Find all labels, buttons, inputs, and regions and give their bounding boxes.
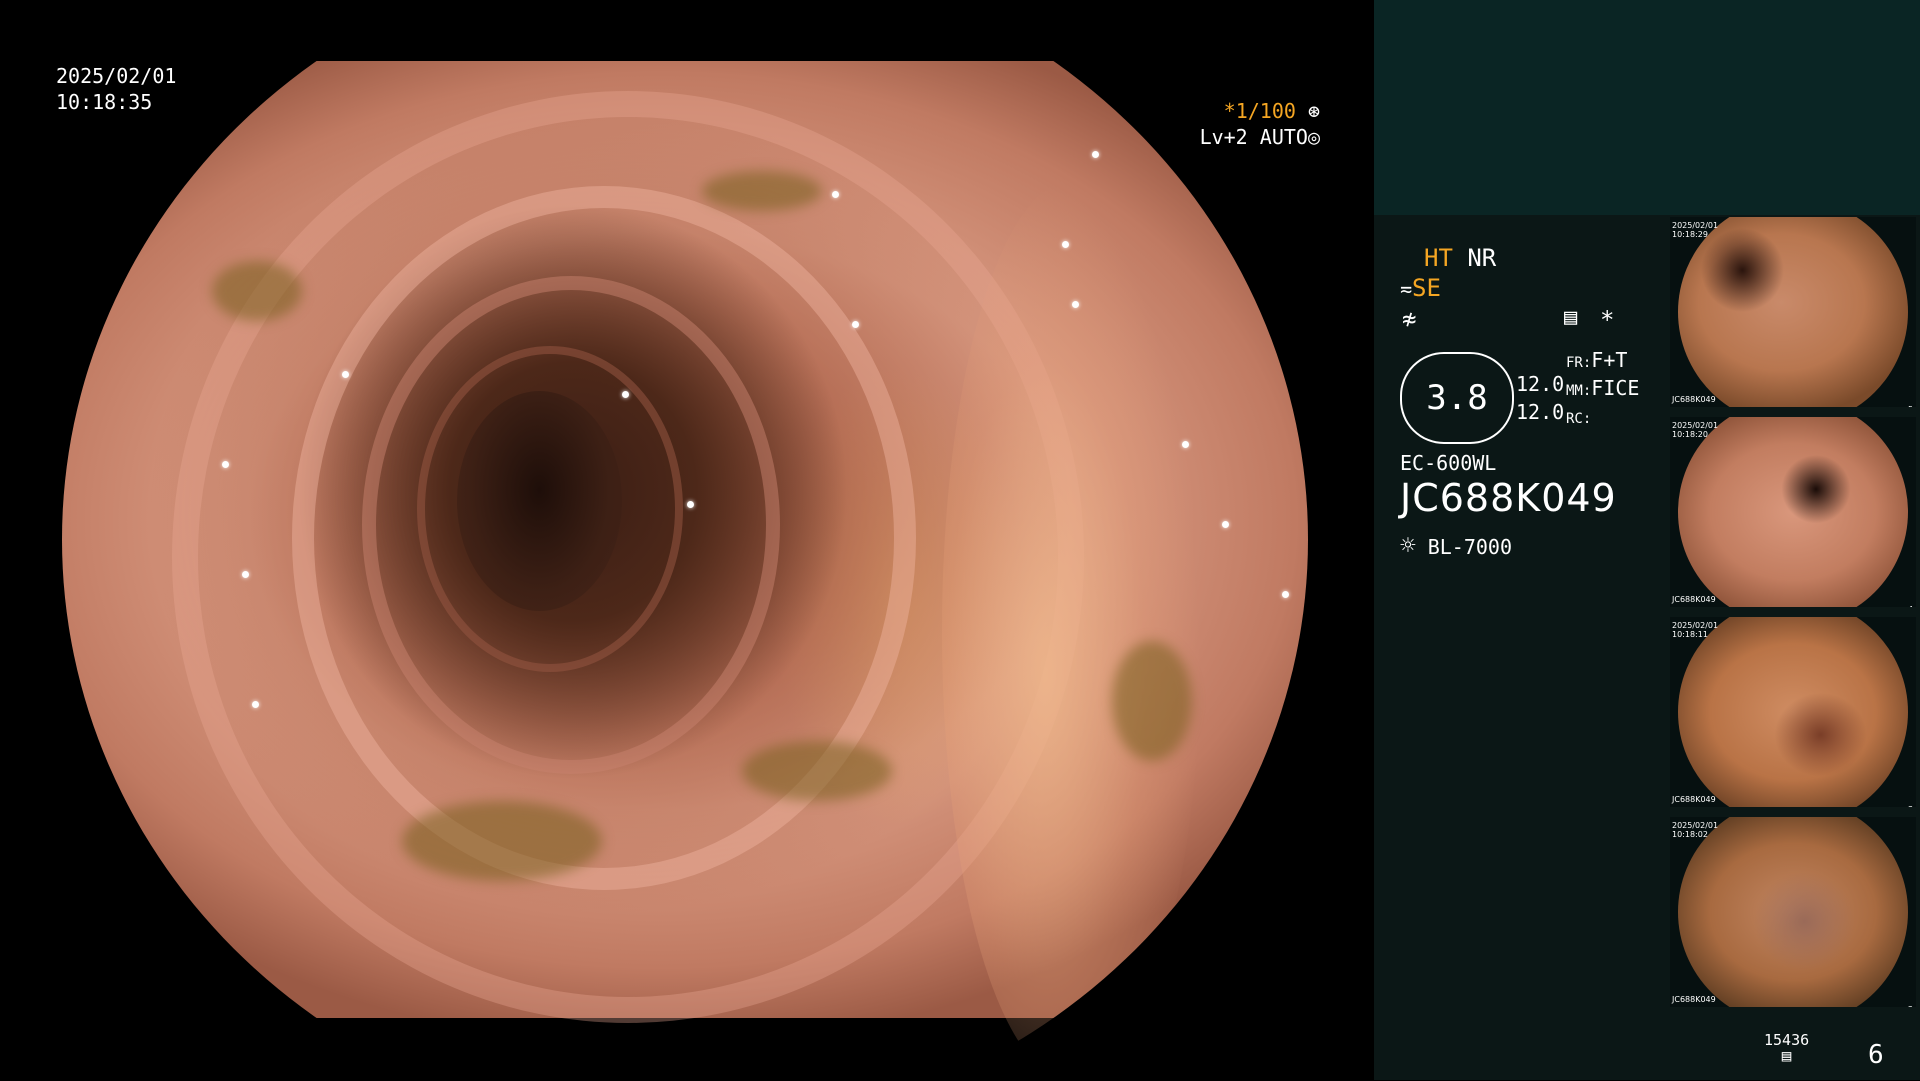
shutter-speed: *1/100 — [1223, 99, 1296, 123]
zoom-indicator: 3.8 — [1400, 352, 1514, 444]
thumb-index: 2 — [1908, 1005, 1913, 1007]
storage-counter: 15436 ▤ — [1764, 1032, 1809, 1064]
aperture-icon: ⊛ — [1307, 99, 1320, 123]
specular-highlight — [1072, 301, 1079, 308]
rc-label: RC: — [1566, 411, 1592, 427]
ht-mode: HT — [1424, 244, 1453, 272]
stool-residue-stain — [1112, 641, 1192, 761]
thumbnail-image[interactable]: 2025/02/0110:18:20 JC688K049 4 — [1670, 417, 1916, 607]
light-source: BL-7000 — [1427, 535, 1512, 559]
thumbnail-scope-view — [1678, 617, 1908, 807]
processing-modes: HT NR — [1424, 244, 1496, 272]
se-mode: SE — [1412, 274, 1441, 302]
specular-highlight — [622, 391, 629, 398]
specular-highlight — [252, 701, 259, 708]
thumbnail-image[interactable]: 2025/02/0110:18:02 JC688K049 2 — [1670, 817, 1916, 1007]
light-source-row: ☼ BL-7000 — [1400, 532, 1512, 561]
thumb-datetime: 2025/02/01 10:18:29 — [1672, 221, 1719, 239]
value-1: 12.0 — [1516, 372, 1565, 396]
se-row: ≂SE — [1400, 274, 1441, 303]
mode-labels: FR:F+T MM:FICE RC: — [1566, 348, 1639, 432]
zoom-values: 12.0 12.0 — [1516, 370, 1564, 426]
freeze-asterisk: * — [1600, 306, 1615, 334]
scope-serial: JC688K049 — [1400, 476, 1617, 520]
specular-highlight — [1222, 521, 1229, 528]
fr-value: F+T — [1591, 348, 1628, 372]
specular-highlight — [342, 371, 349, 378]
thumb-datetime: 2025/02/01 10:18:02 — [1672, 821, 1719, 839]
thumb-serial: JC688K049 — [1672, 995, 1716, 1004]
endoscope-view — [62, 61, 1308, 1081]
thumb-serial: JC688K049 — [1672, 395, 1716, 404]
specular-highlight — [1282, 591, 1289, 598]
specular-highlight — [852, 321, 859, 328]
auto-mode: AUTO — [1259, 125, 1308, 149]
zoom-value: 3.8 — [1426, 378, 1488, 418]
panel-header-block — [1374, 0, 1920, 215]
mm-label: MM: — [1566, 383, 1592, 399]
thumb-index: 5 — [1908, 405, 1913, 407]
capture-time: 10:18:35 — [56, 90, 153, 114]
exposure-overlay: *1/100 ⊛ Lv+2 AUTO◎ — [1190, 98, 1320, 150]
thumbnail-scope-view — [1678, 217, 1908, 407]
image-count: 6 — [1868, 1040, 1884, 1070]
specular-highlight — [832, 191, 839, 198]
specular-highlight — [1062, 241, 1069, 248]
stool-residue-stain — [702, 171, 822, 211]
stool-residue-stain — [402, 801, 602, 881]
thumbnail-scope-view — [1678, 417, 1908, 607]
specular-highlight — [222, 461, 229, 468]
thumbnail-scope-view — [1678, 817, 1908, 1007]
value-2: 12.0 — [1516, 400, 1565, 424]
thumb-index: 4 — [1908, 605, 1913, 607]
thumb-serial: JC688K049 — [1672, 595, 1716, 604]
lumen — [457, 391, 622, 611]
structure-enhance-icon: ≂ — [1400, 277, 1413, 301]
light-source-icon: ☼ — [1400, 531, 1416, 561]
thumb-serial: JC688K049 — [1672, 795, 1716, 804]
thumb-datetime: 2025/02/01 10:18:11 — [1672, 621, 1719, 639]
scope-model: EC-600WL — [1400, 451, 1497, 475]
specular-highlight — [242, 571, 249, 578]
specular-highlight — [687, 501, 694, 508]
filter-icon: ≉ — [1402, 305, 1417, 333]
storage-icon: ▤ — [1781, 1046, 1792, 1065]
datetime-overlay: 2025/02/01 10:18:35 — [56, 63, 176, 115]
nr-mode: NR — [1467, 244, 1497, 272]
stool-residue-stain — [742, 741, 892, 801]
fr-label: FR: — [1566, 355, 1592, 371]
specular-highlight — [1182, 441, 1189, 448]
iris-icon: ◎ — [1307, 125, 1320, 149]
brightness-level: Lv+2 — [1199, 125, 1248, 149]
thumb-index: 3 — [1908, 805, 1913, 807]
mm-value: FICE — [1591, 376, 1640, 400]
stool-residue-stain — [212, 261, 302, 321]
specular-highlight — [1092, 151, 1099, 158]
thumb-datetime: 2025/02/01 10:18:20 — [1672, 421, 1719, 439]
menu-icon: ▤ — [1564, 305, 1578, 330]
thumbnail-image[interactable]: 2025/02/0110:18:11 JC688K049 3 — [1670, 617, 1916, 807]
thumbnail-image[interactable]: 2025/02/0110:18:29 JC688K049 5 — [1670, 217, 1916, 407]
capture-date: 2025/02/01 — [56, 64, 177, 88]
right-fold-ridge — [942, 181, 1202, 1081]
